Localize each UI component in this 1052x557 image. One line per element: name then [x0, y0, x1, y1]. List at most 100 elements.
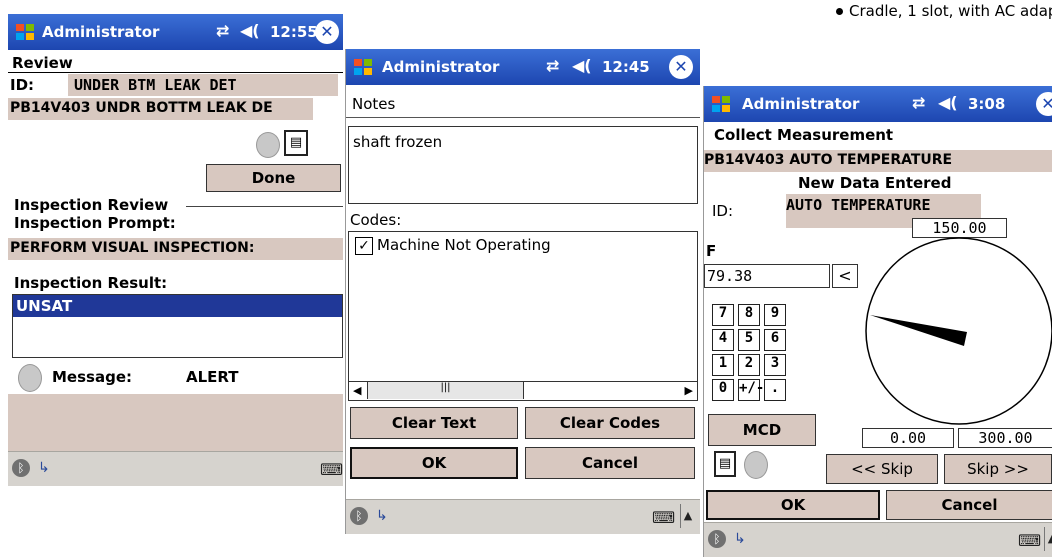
keypad-key[interactable]: 0: [712, 379, 734, 401]
code-checkbox[interactable]: ✓: [355, 237, 373, 255]
bluetooth-icon[interactable]: ᛒ: [708, 530, 726, 548]
speaker-icon[interactable]: ◀(: [572, 56, 592, 75]
screen-title: Collect Measurement: [714, 126, 894, 144]
ok-button[interactable]: OK: [706, 490, 880, 520]
scroll-left-icon[interactable]: ◀: [353, 384, 361, 397]
result-list[interactable]: UNSAT: [12, 294, 343, 358]
section-title: Inspection Review: [14, 196, 169, 214]
horizontal-scrollbar[interactable]: ◀ ||| ▶: [349, 381, 697, 400]
keypad-key[interactable]: 6: [764, 329, 786, 351]
value-text: 79.38: [707, 267, 753, 285]
keypad-key[interactable]: 4: [712, 329, 734, 351]
id-label: ID:: [712, 202, 734, 220]
start-flag-icon[interactable]: [710, 93, 732, 115]
gauge-min-label: 0.00: [862, 428, 954, 448]
unit-label: F: [706, 242, 717, 260]
info-icon[interactable]: [744, 451, 768, 479]
connection-icon[interactable]: ↳: [38, 460, 50, 476]
skip-back-button[interactable]: << Skip: [826, 454, 938, 484]
code-item-label[interactable]: Machine Not Operating: [377, 236, 551, 254]
result-item[interactable]: UNSAT: [13, 295, 342, 317]
keypad-key[interactable]: 8: [738, 304, 760, 326]
gauge-max-label: 150.00: [912, 218, 1007, 238]
clear-codes-button[interactable]: Clear Codes: [525, 407, 695, 439]
message-info-icon[interactable]: [18, 364, 42, 392]
input-menu-arrow-icon[interactable]: ▲: [680, 504, 695, 528]
id-value: UNDER BTM LEAK DET: [74, 76, 237, 94]
keyboard-icon[interactable]: ⌨: [1018, 531, 1041, 550]
clear-text-button[interactable]: Clear Text: [350, 407, 518, 439]
message-area: [8, 394, 343, 452]
cancel-button[interactable]: Cancel: [525, 447, 695, 479]
start-flag-icon[interactable]: [352, 56, 374, 78]
keypad-key[interactable]: 1: [712, 354, 734, 376]
keypad-key[interactable]: 9: [764, 304, 786, 326]
backspace-button[interactable]: <: [832, 264, 858, 288]
screen-title: Notes: [352, 95, 396, 113]
codes-label: Codes:: [350, 211, 402, 229]
clock[interactable]: 3:08: [968, 95, 1005, 113]
cancel-button[interactable]: Cancel: [886, 490, 1052, 520]
keypad-key[interactable]: 2: [738, 354, 760, 376]
input-menu-arrow-icon[interactable]: ▲: [1044, 527, 1052, 551]
close-icon[interactable]: ✕: [1036, 92, 1052, 116]
keypad-key[interactable]: 5: [738, 329, 760, 351]
id-value: AUTO TEMPERATURE: [786, 196, 931, 214]
sync-icon[interactable]: ⇄: [216, 21, 229, 40]
bottom-bar: ᛒ ↳ ⌨ ▲: [704, 522, 1052, 557]
keypad-key[interactable]: .: [764, 379, 786, 401]
bullet-icon: [836, 8, 843, 15]
app-title: Administrator: [742, 95, 860, 113]
window-review: Administrator ⇄ ◀( 12:55 ✕ Review ID: UN…: [8, 14, 343, 486]
ok-button[interactable]: OK: [350, 447, 518, 479]
result-label: Inspection Result:: [14, 274, 168, 292]
clock[interactable]: 12:55: [270, 23, 318, 41]
keyboard-icon[interactable]: ⌨: [652, 508, 675, 527]
start-flag-icon[interactable]: [14, 21, 36, 43]
keyboard-icon[interactable]: ⌨: [320, 460, 343, 479]
bottom-bar: ᛒ ↳ ⌨ ▲: [346, 499, 700, 534]
app-title: Administrator: [42, 23, 160, 41]
clock[interactable]: 12:45: [602, 58, 650, 76]
sync-icon[interactable]: ⇄: [912, 93, 925, 112]
title-bar: Administrator ⇄ ◀( 3:08 ✕: [704, 86, 1052, 122]
point-name: PB14V403 AUTO TEMPERATURE: [704, 152, 953, 168]
speaker-icon[interactable]: ◀(: [938, 93, 958, 112]
scroll-right-icon[interactable]: ▶: [685, 384, 693, 397]
note-icon[interactable]: ▤: [284, 130, 308, 156]
info-icon[interactable]: [256, 132, 280, 158]
close-icon[interactable]: ✕: [315, 20, 339, 44]
codes-list[interactable]: ✓ Machine Not Operating ◀ ||| ▶: [348, 231, 698, 401]
status-text: New Data Entered: [798, 174, 952, 192]
done-button[interactable]: Done: [206, 164, 341, 192]
connection-icon[interactable]: ↳: [376, 508, 388, 524]
scroll-thumb[interactable]: |||: [367, 382, 524, 399]
title-bar: Administrator ⇄ ◀( 12:55 ✕: [8, 14, 343, 50]
prompt-value: PERFORM VISUAL INSPECTION:: [10, 240, 255, 256]
note-icon[interactable]: ▤: [714, 451, 736, 477]
notes-field[interactable]: shaft frozen: [348, 126, 698, 204]
note-text: Cradle, 1 slot, with AC adapte: [836, 2, 1052, 20]
id-full: PB14V403 UNDR BOTTM LEAK DE: [10, 100, 273, 116]
connection-icon[interactable]: ↳: [734, 531, 746, 547]
bluetooth-icon[interactable]: ᛒ: [350, 507, 368, 525]
keypad-key[interactable]: +/-: [738, 379, 764, 401]
id-label: ID:: [10, 76, 35, 94]
close-icon[interactable]: ✕: [669, 55, 693, 79]
bottom-bar: ᛒ ↳ ⌨: [8, 451, 343, 486]
bluetooth-icon[interactable]: ᛒ: [12, 459, 30, 477]
prompt-label: Inspection Prompt:: [14, 214, 176, 232]
window-collect-measurement: Administrator ⇄ ◀( 3:08 ✕ Collect Measur…: [703, 86, 1052, 557]
title-bar: Administrator ⇄ ◀( 12:45 ✕: [346, 49, 700, 85]
keypad-key[interactable]: 7: [712, 304, 734, 326]
speaker-icon[interactable]: ◀(: [240, 21, 260, 40]
gauge-range-label: 300.00: [958, 428, 1052, 448]
app-title: Administrator: [382, 58, 500, 76]
keypad-key[interactable]: 3: [764, 354, 786, 376]
message-value: ALERT: [186, 368, 239, 386]
mcd-button[interactable]: MCD: [708, 414, 816, 446]
message-label: Message:: [52, 368, 132, 386]
sync-icon[interactable]: ⇄: [546, 56, 559, 75]
value-input[interactable]: 79.38: [704, 264, 830, 288]
skip-forward-button[interactable]: Skip >>: [944, 454, 1052, 484]
